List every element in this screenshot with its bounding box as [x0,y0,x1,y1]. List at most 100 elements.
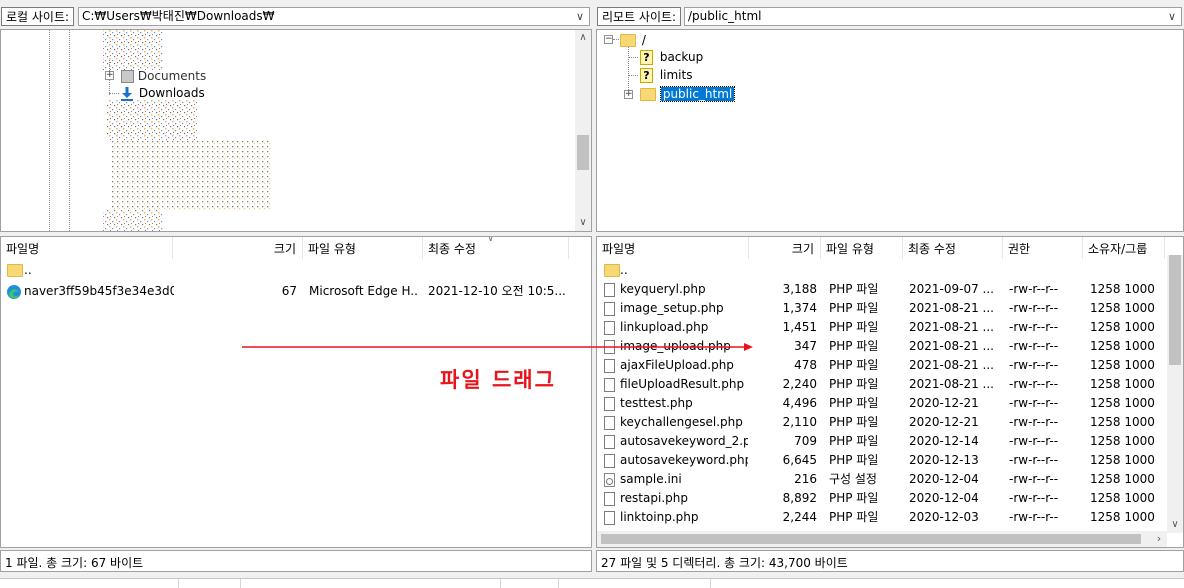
column-header-name[interactable]: 파일명 [1,237,173,259]
file-owner: 1258 1000 [1090,301,1155,315]
download-arrow-icon [121,86,133,101]
file-icon [604,394,615,413]
list-item[interactable]: ajaxFileUpload.php 478 PHP 파일 2021-08-21 ..… [597,356,1167,375]
file-type: PHP 파일 [829,301,879,315]
tree-connector [629,57,638,58]
list-item[interactable]: autosavekeyword.php 6,645 PHP 파일 2020-12-13… [597,451,1167,470]
remote-directory-tree[interactable]: − / ? backup ? limits + public_html [596,29,1184,232]
list-item[interactable]: linkupload.php 1,451 PHP 파일 2021-08-21 ... -… [597,318,1167,337]
folder-icon [604,261,620,280]
column-header-size[interactable]: 크기 [749,237,821,259]
tree-item-public-html[interactable]: public_html [640,85,736,104]
list-item[interactable]: autosavekeyword_2.p... 709 PHP 파일 2020-12-1… [597,432,1167,451]
expand-icon[interactable]: + [105,71,114,80]
file-type: PHP 파일 [829,396,879,410]
local-site-path-combo[interactable]: C:₩Users₩박태진₩Downloads₩ ∨ [78,7,590,26]
list-item[interactable]: restapi.php 8,892 PHP 파일 2020-12-04 -rw-r--r… [597,489,1167,508]
file-type: PHP 파일 [829,453,879,467]
column-header-permissions[interactable]: 권한 [1003,237,1083,259]
scroll-up-icon[interactable]: ∧ [575,30,591,46]
tree-connector [69,30,70,231]
file-icon [604,413,615,432]
file-size: 709 [794,434,817,448]
column-header-type[interactable]: 파일 유형 [821,237,903,259]
local-directory-tree[interactable]: + Documents Downloads ∧ ∨ [0,29,592,232]
list-item[interactable]: .. [1,261,591,280]
file-size: 3,188 [782,282,817,296]
file-modified: 2020-12-21 [909,415,979,429]
remote-list-hscrollbar[interactable]: › [597,531,1167,547]
scroll-thumb[interactable] [1169,255,1181,365]
remote-site-bar: 리모트 사이트: /public_html ∨ [596,6,1184,28]
file-size: 6,645 [782,453,817,467]
file-modified: 2020-12-21 [909,396,979,410]
unknown-folder-icon: ? [640,50,653,65]
file-name: autosavekeyword_2.p... [620,434,748,448]
chevron-down-icon[interactable]: ∨ [573,8,587,25]
column-header-modified[interactable]: 최종 수정 [423,237,569,259]
expand-icon[interactable]: + [624,90,633,99]
file-type: PHP 파일 [829,491,879,505]
tree-connector [613,39,619,40]
file-name: .. [24,263,32,277]
file-name: keychallengesel.php [620,415,743,429]
column-header-modified[interactable]: 최종 수정 [903,237,1003,259]
list-item[interactable]: keyqueryl.php 3,188 PHP 파일 2021-09-07 ... -r… [597,280,1167,299]
scroll-down-icon[interactable]: ∨ [1167,517,1183,533]
tree-item-documents[interactable]: Documents [121,67,206,85]
file-permissions: -rw-r--r-- [1009,472,1059,486]
file-size: 2,110 [782,415,817,429]
scroll-down-icon[interactable]: ∨ [575,215,591,231]
local-site-label: 로컬 사이트: [1,7,75,26]
list-item[interactable]: testtest.php 4,496 PHP 파일 2020-12-21 -rw-r--… [597,394,1167,413]
file-permissions: -rw-r--r-- [1009,415,1059,429]
file-name: keyqueryl.php [620,282,706,296]
remote-status-text: 27 파일 및 5 디렉터리. 총 크기: 43,700 바이트 [601,556,848,570]
list-item[interactable]: fileUploadResult.php 2,240 PHP 파일 2021-08-2… [597,375,1167,394]
column-header-type[interactable]: 파일 유형 [303,237,423,259]
list-item[interactable]: naver3ff59b45f3e34e3d0... 67 Microsoft E… [1,282,591,301]
remote-file-list[interactable]: 파일명 크기 파일 유형 최종 수정 권한 소유자/그룹 .. keyqueryl… [596,236,1184,548]
file-size: 1,451 [782,320,817,334]
column-header-name[interactable]: 파일명 [597,237,749,259]
tree-item-backup[interactable]: ? backup [640,48,703,67]
unknown-folder-icon: ? [640,68,653,83]
tree-item-limits[interactable]: ? limits [640,66,692,85]
remote-site-path-combo[interactable]: /public_html ∨ [684,7,1182,26]
collapse-icon[interactable]: − [604,35,613,44]
file-size: 67 [281,284,297,298]
local-tree-scrollbar[interactable]: ∧ ∨ [575,30,591,231]
file-type: PHP 파일 [829,510,879,524]
file-type: Microsoft Edge H... [309,284,419,298]
file-owner: 1258 1000 [1090,491,1155,505]
file-name: fileUploadResult.php [620,377,745,391]
file-type: PHP 파일 [829,415,879,429]
scroll-thumb[interactable] [601,534,1141,544]
file-icon [604,508,615,527]
folder-icon [620,34,636,47]
chevron-down-icon[interactable]: ∨ [1165,8,1179,25]
column-header-size[interactable]: 크기 [173,237,303,259]
column-header-owner[interactable]: 소유자/그룹 [1083,237,1165,259]
file-size: 2,244 [782,510,817,524]
file-modified: 2021-08-21 ... [909,301,994,315]
file-owner: 1258 1000 [1090,282,1155,296]
folder-icon [640,88,656,101]
list-item[interactable]: linktoinp.php 2,244 PHP 파일 2020-12-03 -rw-r-… [597,508,1167,527]
remote-list-scrollbar[interactable]: ∨ [1167,255,1183,533]
file-icon [604,375,615,394]
list-item[interactable]: .. [597,261,1167,280]
file-permissions: -rw-r--r-- [1009,358,1059,372]
file-modified: 2021-08-21 ... [909,377,994,391]
tree-item-label: Documents [137,69,207,83]
file-type: PHP 파일 [829,339,879,353]
tree-item-downloads[interactable]: Downloads [119,84,205,102]
local-status-bar: 1 파일. 총 크기: 67 바이트 [0,550,592,572]
list-item[interactable]: image_setup.php 1,374 PHP 파일 2021-08-21 ...… [597,299,1167,318]
scroll-thumb[interactable] [577,135,589,170]
file-permissions: -rw-r--r-- [1009,377,1059,391]
scroll-right-icon[interactable]: › [1151,531,1167,547]
list-item[interactable]: sample.ini 216 구성 설정 2020-12-04 -rw-r--r-- 12… [597,470,1167,489]
tree-item-root[interactable]: / [620,31,646,49]
list-item[interactable]: keychallengesel.php 2,110 PHP 파일 2020-12-21… [597,413,1167,432]
